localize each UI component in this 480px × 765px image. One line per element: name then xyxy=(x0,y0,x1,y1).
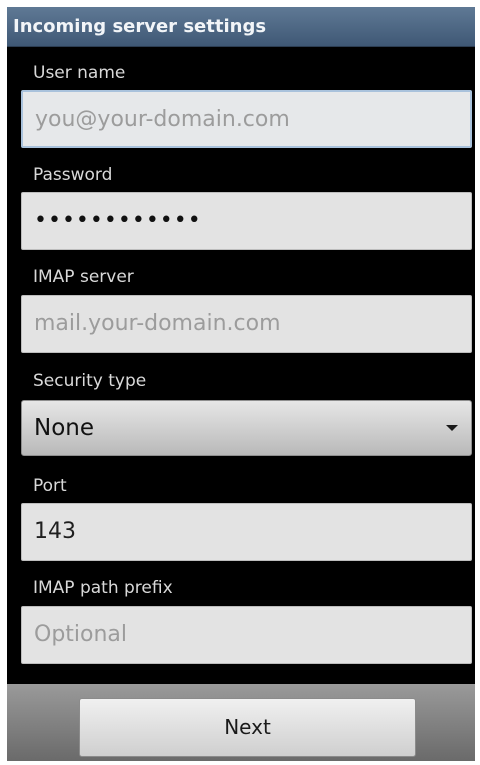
port-value: 143 xyxy=(34,519,76,544)
imap-server-field[interactable]: mail.your-domain.com xyxy=(21,295,472,353)
security-type-value: None xyxy=(34,415,95,441)
port-label: Port xyxy=(33,476,67,496)
imap-path-prefix-field[interactable]: Optional xyxy=(21,606,472,664)
bottom-bar: Next xyxy=(7,684,475,761)
username-field[interactable]: you@your-domain.com xyxy=(21,90,472,148)
username-label: User name xyxy=(33,63,126,83)
port-field[interactable]: 143 xyxy=(21,503,472,561)
imap-server-label: IMAP server xyxy=(33,267,134,287)
security-type-dropdown[interactable]: None xyxy=(21,400,472,456)
password-field[interactable]: •••••••••••• xyxy=(21,192,472,250)
username-placeholder: you@your-domain.com xyxy=(35,107,290,132)
security-type-label: Security type xyxy=(33,371,147,391)
password-label: Password xyxy=(33,165,113,185)
next-button[interactable]: Next xyxy=(79,698,416,757)
imap-path-prefix-placeholder: Optional xyxy=(34,622,128,647)
page-title: Incoming server settings xyxy=(7,7,475,47)
password-value: •••••••••••• xyxy=(34,208,202,233)
chevron-down-icon xyxy=(446,425,458,431)
imap-path-prefix-label: IMAP path prefix xyxy=(33,578,173,598)
imap-server-placeholder: mail.your-domain.com xyxy=(34,311,281,336)
screen: Incoming server settings User name you@y… xyxy=(7,7,475,761)
